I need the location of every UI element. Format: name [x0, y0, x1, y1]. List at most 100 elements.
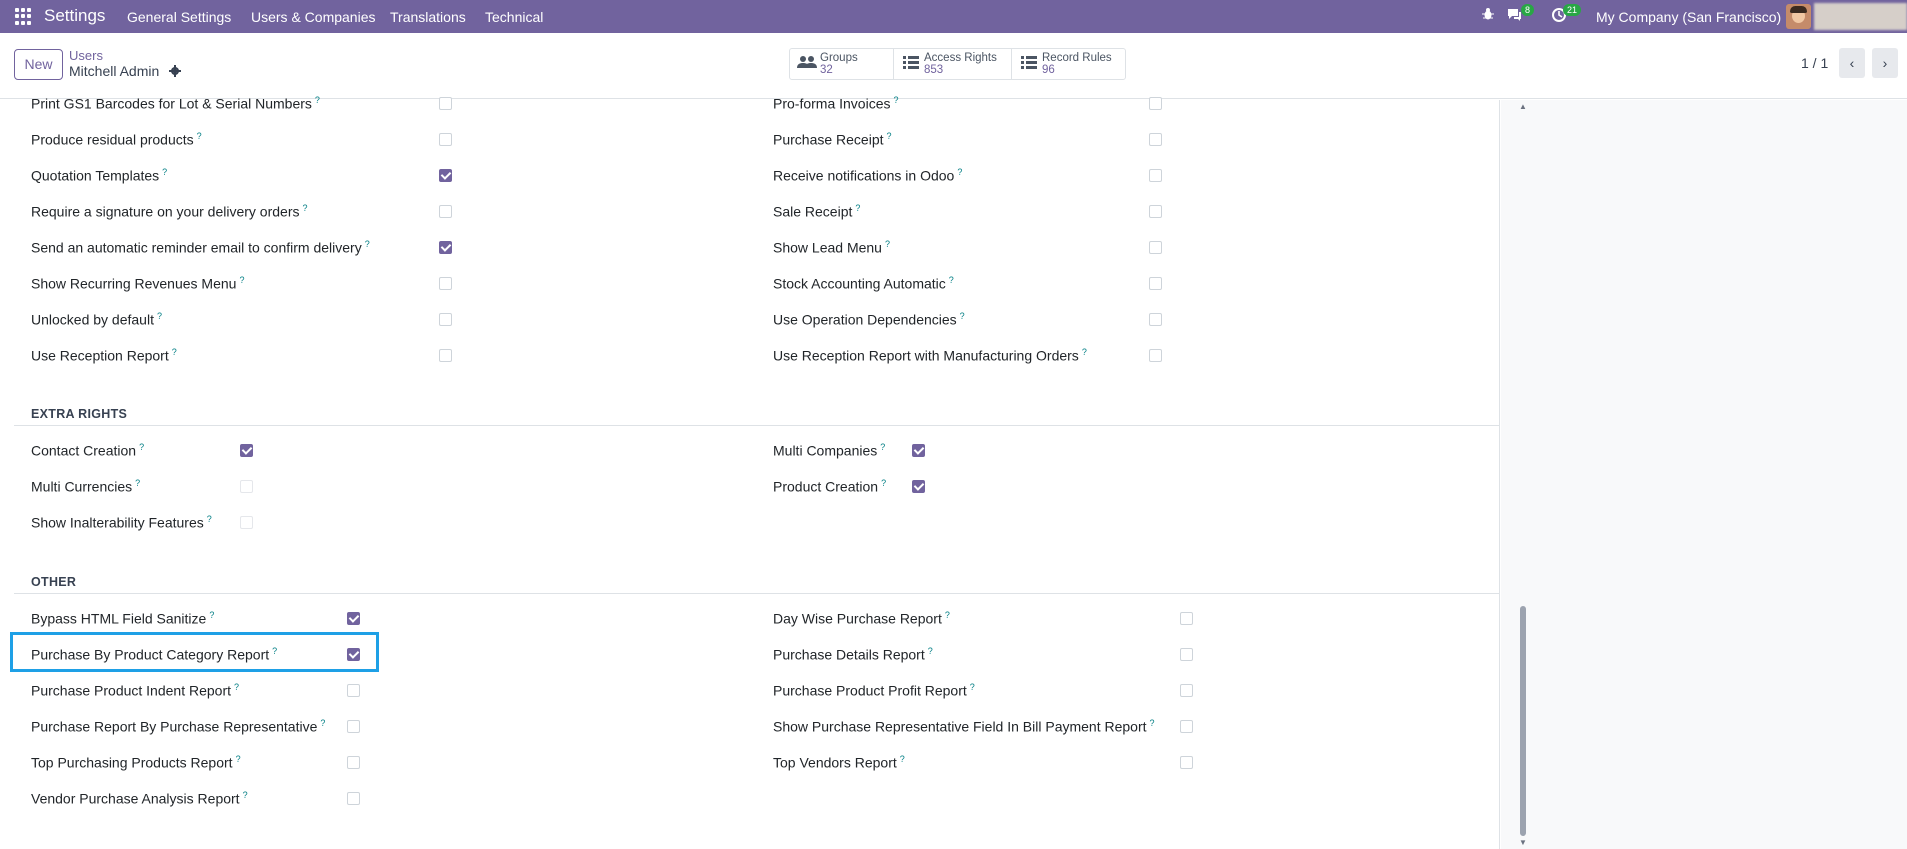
setting-checkbox[interactable]: [439, 277, 452, 290]
setting-checkbox[interactable]: [439, 133, 452, 146]
help-tooltip-icon[interactable]: ?: [957, 167, 962, 177]
pager-next-button[interactable]: ›: [1872, 48, 1898, 78]
menu-users-companies[interactable]: Users & Companies: [251, 9, 376, 25]
breadcrumb-users[interactable]: Users: [69, 48, 103, 63]
help-tooltip-icon[interactable]: ?: [162, 167, 167, 177]
help-tooltip-icon[interactable]: ?: [928, 646, 933, 656]
help-tooltip-icon[interactable]: ?: [881, 478, 886, 488]
setting-checkbox[interactable]: [439, 241, 452, 254]
help-tooltip-icon[interactable]: ?: [135, 478, 140, 488]
highlight-box: [10, 632, 379, 672]
activity-count-badge: 21: [1563, 4, 1582, 16]
help-tooltip-icon[interactable]: ?: [207, 514, 212, 524]
setting-checkbox[interactable]: [1180, 648, 1193, 661]
help-tooltip-icon[interactable]: ?: [880, 442, 885, 452]
help-tooltip-icon[interactable]: ?: [949, 275, 954, 285]
setting-checkbox[interactable]: [1149, 241, 1162, 254]
scrollbar-thumb[interactable]: [1520, 606, 1526, 836]
setting-label-text: Multi Companies: [773, 442, 878, 459]
help-tooltip-icon[interactable]: ?: [302, 203, 307, 213]
access-rights-count: 853: [924, 64, 944, 76]
help-tooltip-icon[interactable]: ?: [197, 131, 202, 141]
help-tooltip-icon[interactable]: ?: [172, 347, 177, 357]
apps-grid-icon[interactable]: [15, 8, 32, 25]
setting-checkbox[interactable]: [912, 444, 925, 457]
gear-icon[interactable]: [169, 64, 181, 80]
help-tooltip-icon[interactable]: ?: [157, 311, 162, 321]
setting-label: Receive notifications in Odoo?: [773, 167, 962, 184]
help-tooltip-icon[interactable]: ?: [887, 131, 892, 141]
help-tooltip-icon[interactable]: ?: [900, 754, 905, 764]
help-tooltip-icon[interactable]: ?: [243, 790, 248, 800]
setting-checkbox[interactable]: [1180, 720, 1193, 733]
help-tooltip-icon[interactable]: ?: [365, 239, 370, 249]
help-tooltip-icon[interactable]: ?: [970, 682, 975, 692]
setting-checkbox[interactable]: [240, 444, 253, 457]
setting-checkbox[interactable]: [1149, 277, 1162, 290]
new-button[interactable]: New: [14, 49, 63, 80]
setting-label: Top Purchasing Products Report?: [31, 754, 241, 771]
setting-checkbox[interactable]: [1180, 684, 1193, 697]
help-tooltip-icon[interactable]: ?: [139, 442, 144, 452]
help-tooltip-icon[interactable]: ?: [885, 239, 890, 249]
setting-checkbox[interactable]: [1149, 133, 1162, 146]
pager-prev-button[interactable]: ‹: [1839, 48, 1865, 78]
setting-checkbox[interactable]: [1180, 756, 1193, 769]
setting-checkbox[interactable]: [347, 612, 360, 625]
bug-icon[interactable]: [1481, 7, 1495, 25]
help-tooltip-icon[interactable]: ?: [1082, 347, 1087, 357]
setting-checkbox[interactable]: [1149, 169, 1162, 182]
setting-checkbox[interactable]: [1149, 205, 1162, 218]
help-tooltip-icon[interactable]: ?: [855, 203, 860, 213]
setting-label: Day Wise Purchase Report?: [773, 610, 950, 627]
help-tooltip-icon[interactable]: ?: [1150, 718, 1155, 728]
setting-checkbox[interactable]: [439, 349, 452, 362]
setting-checkbox[interactable]: [347, 792, 360, 805]
setting-checkbox[interactable]: [439, 169, 452, 182]
section-title-extra-rights: EXTRA RIGHTS: [31, 407, 128, 421]
chat-count-badge: 8: [1521, 4, 1535, 16]
setting-checkbox[interactable]: [240, 516, 253, 529]
pager-value[interactable]: 1 / 1: [1801, 55, 1828, 71]
app-brand[interactable]: Settings: [44, 6, 105, 26]
scroll-up-icon[interactable]: ▲: [1519, 102, 1527, 111]
help-tooltip-icon[interactable]: ?: [960, 311, 965, 321]
scrollbar[interactable]: ▲ ▼: [1519, 100, 1528, 849]
setting-label-text: Contact Creation: [31, 442, 137, 459]
setting-label: Stock Accounting Automatic?: [773, 275, 954, 292]
help-tooltip-icon[interactable]: ?: [236, 754, 241, 764]
setting-checkbox[interactable]: [1180, 612, 1193, 625]
access-rights-button[interactable]: Access Rights 853: [894, 49, 1012, 79]
company-switcher[interactable]: My Company (San Francisco): [1596, 9, 1781, 25]
help-tooltip-icon[interactable]: ?: [320, 718, 325, 728]
setting-label-text: Unlocked by default: [31, 311, 154, 328]
setting-checkbox[interactable]: [1149, 97, 1162, 110]
help-tooltip-icon[interactable]: ?: [239, 275, 244, 285]
menu-general-settings[interactable]: General Settings: [127, 9, 231, 25]
user-avatar[interactable]: [1786, 4, 1811, 29]
help-tooltip-icon[interactable]: ?: [234, 682, 239, 692]
help-tooltip-icon[interactable]: ?: [315, 95, 320, 105]
groups-button[interactable]: Groups 32: [790, 49, 894, 79]
setting-checkbox[interactable]: [240, 480, 253, 493]
record-rules-button[interactable]: Record Rules 96: [1012, 49, 1125, 79]
setting-checkbox[interactable]: [347, 684, 360, 697]
setting-checkbox[interactable]: [439, 313, 452, 326]
setting-label-text: Product Creation: [773, 478, 879, 495]
setting-checkbox[interactable]: [912, 480, 925, 493]
scroll-down-icon[interactable]: ▼: [1519, 838, 1527, 847]
help-tooltip-icon[interactable]: ?: [893, 95, 898, 105]
setting-checkbox[interactable]: [1149, 313, 1162, 326]
setting-label: Sale Receipt?: [773, 203, 860, 220]
setting-checkbox[interactable]: [439, 205, 452, 218]
breadcrumb-current: Mitchell Admin: [69, 63, 160, 79]
setting-checkbox[interactable]: [439, 97, 452, 110]
help-tooltip-icon[interactable]: ?: [209, 610, 214, 620]
menu-translations[interactable]: Translations: [390, 9, 466, 25]
setting-checkbox[interactable]: [1149, 349, 1162, 362]
setting-label: Contact Creation?: [31, 442, 144, 459]
setting-checkbox[interactable]: [347, 720, 360, 733]
help-tooltip-icon[interactable]: ?: [945, 610, 950, 620]
menu-technical[interactable]: Technical: [485, 9, 543, 25]
setting-checkbox[interactable]: [347, 756, 360, 769]
